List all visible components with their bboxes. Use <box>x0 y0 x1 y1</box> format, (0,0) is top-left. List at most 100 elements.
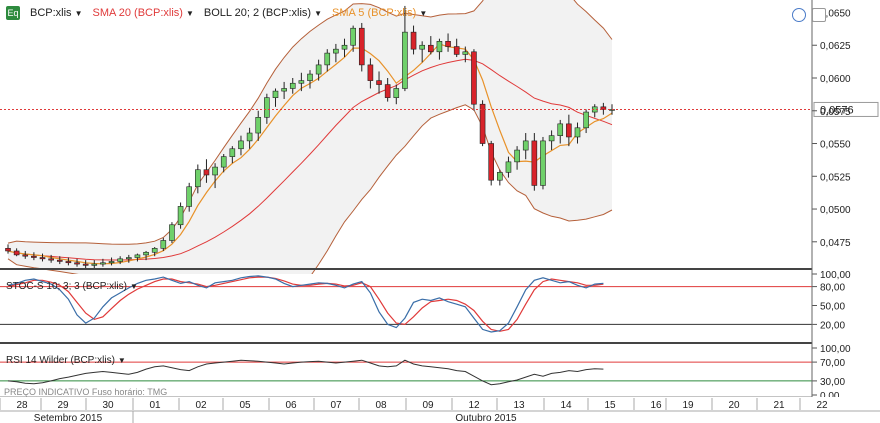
x-tick-label: 02 <box>195 400 207 411</box>
y-tick-label: 20,00 <box>820 320 845 331</box>
candle <box>471 49 477 111</box>
x-tick-label: 21 <box>773 400 785 411</box>
time-icon[interactable] <box>792 8 806 22</box>
equity-icon: Eq <box>6 6 20 20</box>
candle-body <box>126 257 132 260</box>
chevron-down-icon: ▼ <box>185 8 194 18</box>
candle-body <box>497 172 503 181</box>
candle-body <box>48 258 54 261</box>
month-label: Setembro 2015 <box>34 413 103 423</box>
x-tick-label: 06 <box>285 400 297 411</box>
sma20-label: SMA 20 (BCP:xlis) <box>92 7 183 19</box>
chevron-down-icon: ▼ <box>129 282 138 291</box>
candle-body <box>376 80 382 85</box>
candle-body <box>419 44 425 50</box>
x-tick-label: 16 <box>650 400 662 411</box>
chart-settings-icon[interactable] <box>812 8 826 22</box>
candle-body <box>393 88 400 98</box>
x-tick-label: 22 <box>816 400 828 411</box>
candle-body <box>445 41 451 47</box>
y-tick-label: 100,00 <box>820 270 851 281</box>
x-axis-bg <box>0 397 880 423</box>
candle-body <box>212 166 218 176</box>
candle-body <box>574 127 581 138</box>
boll-label: BOLL 20; 2 (BCP:xlis) <box>203 7 312 19</box>
candle <box>531 133 538 191</box>
candle <box>169 222 175 244</box>
candle-body <box>91 263 98 266</box>
candle-body <box>333 48 339 54</box>
candle-body <box>186 186 192 207</box>
candle-body <box>5 248 11 252</box>
x-tick-label: 20 <box>728 400 740 411</box>
candle-body <box>402 31 408 89</box>
candle-body <box>238 140 244 150</box>
candle-body <box>453 46 460 55</box>
chart-window: 0,0576 0,0650 0,0625 0,0600 0,0575 0,0550 0,05… <box>0 0 880 423</box>
candle <box>488 140 495 186</box>
candle-body <box>324 52 331 66</box>
candle-body <box>100 262 106 265</box>
y-tick-label: 80,00 <box>820 283 845 294</box>
x-tick-label: 12 <box>468 400 480 411</box>
chart-toolbar: Eq BCP:xlis ▼ SMA 20 (BCP:xlis) ▼ BOLL 2… <box>6 6 427 20</box>
chart-canvas[interactable]: 0,05760,06500,06250,06000,05750,05500,05… <box>0 0 880 423</box>
sma20-dropdown[interactable]: SMA 20 (BCP:xlis) ▼ <box>92 7 193 19</box>
chevron-down-icon: ▼ <box>117 356 126 365</box>
candle-body <box>82 263 89 266</box>
y-tick-label: 50,00 <box>820 302 845 313</box>
candle-body <box>289 82 296 89</box>
chevron-down-icon: ▼ <box>419 8 428 18</box>
candle-body <box>566 123 572 138</box>
candle-body <box>298 80 305 84</box>
candle-body <box>177 206 184 226</box>
candle-body <box>22 254 29 257</box>
y-tick-label: 0,0500 <box>820 205 851 216</box>
rsi-label-text: RSI 14 Wilder (BCP:xlis) <box>6 355 115 366</box>
chevron-down-icon: ▼ <box>314 8 322 18</box>
x-tick-label: 30 <box>102 400 114 411</box>
x-tick-label: 14 <box>560 400 572 411</box>
candle-body <box>13 250 20 256</box>
boll-dropdown[interactable]: BOLL 20; 2 (BCP:xlis) ▼ <box>204 7 322 19</box>
candle-body <box>229 148 236 157</box>
candle <box>540 136 546 190</box>
x-tick-label: 29 <box>57 400 69 411</box>
stoch-panel-label[interactable]: STOC-S 10; 3; 3 (BCP:xlis) ▼ <box>6 281 138 292</box>
sma5-label: SMA 5 (BCP:xlis) <box>331 7 417 19</box>
candle-body <box>74 262 80 265</box>
candle-body <box>203 169 210 176</box>
candle-body <box>39 257 46 260</box>
candle-body <box>505 161 512 173</box>
x-tick-label: 28 <box>16 400 28 411</box>
stoch-label-text: STOC-S 10; 3; 3 (BCP:xlis) <box>6 281 127 292</box>
chevron-down-icon: ▼ <box>74 8 83 18</box>
candle-body <box>315 64 322 75</box>
candle-body <box>31 255 37 258</box>
candle-body <box>143 251 149 256</box>
footer-note: PREÇO INDICATIVO Fuso horário: TMG <box>4 387 168 397</box>
x-tick-label: 13 <box>513 400 525 411</box>
candle-body <box>548 135 555 142</box>
rsi-panel-label[interactable]: RSI 14 Wilder (BCP:xlis) ▼ <box>6 355 126 366</box>
sma5-dropdown[interactable]: SMA 5 (BCP:xlis) ▼ <box>332 7 427 19</box>
candle-body <box>540 140 546 186</box>
x-tick-label: 19 <box>682 400 694 411</box>
candle-body <box>531 140 538 186</box>
x-tick-label: 07 <box>330 400 342 411</box>
month-label: Outubro 2015 <box>455 413 517 423</box>
x-tick-label: 15 <box>604 400 616 411</box>
y-tick-label: 100,00 <box>820 344 851 355</box>
candle-body <box>410 31 417 50</box>
x-tick-label: 05 <box>239 400 251 411</box>
y-tick-label: 30,00 <box>820 377 845 388</box>
candle-body <box>479 103 486 144</box>
candle-body <box>436 41 443 53</box>
candle-body <box>514 149 520 163</box>
candle-body <box>341 44 348 50</box>
candle-body <box>151 248 158 253</box>
candle <box>497 169 503 186</box>
candle <box>177 202 184 229</box>
symbol-dropdown[interactable]: BCP:xlis ▼ <box>30 7 82 19</box>
candle-body <box>367 64 374 81</box>
